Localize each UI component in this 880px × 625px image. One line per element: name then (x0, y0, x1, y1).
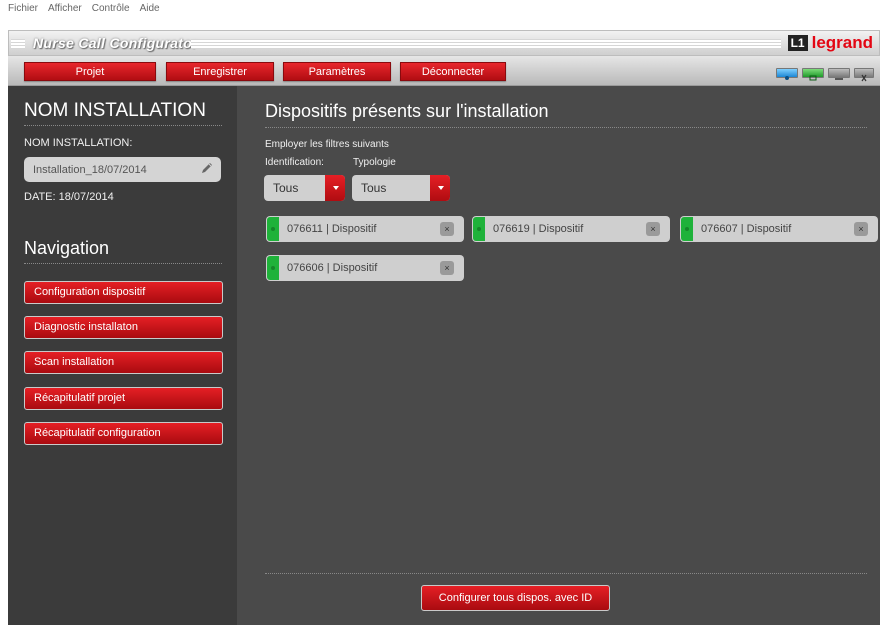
menu-afficher[interactable]: Afficher (48, 3, 82, 22)
title-bar: Nurse Call Configurator L1 legrand (8, 30, 880, 56)
legrand-logo-mark: L1 (787, 35, 808, 51)
remove-device-icon[interactable]: × (646, 222, 660, 236)
title-grip-right (191, 39, 781, 49)
install-name-label: NOM INSTALLATION: (24, 137, 133, 149)
filter-typologie-select[interactable]: Tous (352, 175, 450, 201)
device-label: 076619 | Dispositif (493, 223, 584, 235)
device-label: 076607 | Dispositif (701, 223, 792, 235)
toolbar: Projet Enregistrer Paramètres Déconnecte… (8, 56, 880, 86)
status-led-icon (267, 256, 279, 280)
minimize-icon[interactable] (828, 68, 850, 80)
remove-device-icon[interactable]: × (440, 222, 454, 236)
nav-diagnostic-installation[interactable]: Diagnostic installaton (24, 316, 223, 339)
status-led-icon (473, 217, 485, 241)
filter-typologie-label: Typologie (353, 157, 396, 168)
remove-device-icon[interactable]: × (440, 261, 454, 275)
legrand-logo-text: legrand (811, 33, 873, 52)
menu-controle[interactable]: Contrôle (92, 3, 130, 22)
help-icon[interactable] (776, 68, 798, 80)
app-title: Nurse Call Configurator (33, 35, 198, 51)
page-title: Dispositifs présents sur l'installation (265, 101, 549, 121)
nav-configuration-dispositif[interactable]: Configuration dispositif (24, 281, 223, 304)
filter-identification-value: Tous (273, 181, 299, 195)
divider (265, 127, 867, 128)
chevron-down-icon[interactable] (430, 175, 450, 201)
device-label: 076611 | Dispositif (287, 223, 377, 235)
menu-fichier[interactable]: Fichier (8, 3, 38, 22)
navigation-heading: Navigation (24, 238, 110, 258)
remove-device-icon[interactable]: × (854, 222, 868, 236)
divider (265, 573, 867, 574)
status-led-icon (681, 217, 693, 241)
deconnecter-button[interactable]: Déconnecter (400, 62, 506, 81)
filter-typologie-value: Tous (361, 181, 387, 195)
enregistrer-button[interactable]: Enregistrer (166, 62, 274, 81)
filter-caption: Employer les filtres suivants (265, 139, 389, 150)
nav-scan-installation[interactable]: Scan installation (24, 351, 223, 374)
status-led-icon (267, 217, 279, 241)
nav-recapitulatif-configuration[interactable]: Récapitulatif configuration (24, 422, 223, 445)
divider (24, 125, 222, 126)
menu-aide[interactable]: Aide (140, 3, 160, 22)
device-item[interactable]: 076607 | Dispositif × (680, 216, 878, 242)
main-panel: Dispositifs présents sur l'installation … (237, 86, 880, 625)
pencil-icon[interactable] (200, 161, 214, 178)
install-name-value: Installation_18/07/2014 (33, 164, 147, 176)
nav-recapitulatif-projet[interactable]: Récapitulatif projet (24, 387, 223, 410)
install-name-field[interactable]: Installation_18/07/2014 (24, 157, 221, 182)
device-item[interactable]: 076606 | Dispositif × (266, 255, 464, 281)
parametres-button[interactable]: Paramètres (283, 62, 391, 81)
install-heading: NOM INSTALLATION (24, 100, 206, 121)
close-icon[interactable] (854, 68, 874, 82)
device-item[interactable]: 076611 | Dispositif × (266, 216, 464, 242)
configure-all-button[interactable]: Configurer tous dispos. avec ID (421, 585, 610, 611)
title-grip-left (11, 39, 25, 49)
sidebar: NOM INSTALLATION NOM INSTALLATION: Insta… (8, 86, 237, 625)
chevron-down-icon[interactable] (325, 175, 345, 201)
restore-icon[interactable] (802, 68, 824, 81)
filter-identification-label: Identification: (265, 157, 324, 168)
divider (24, 263, 222, 264)
filter-identification-select[interactable]: Tous (264, 175, 345, 201)
legrand-logo: L1 legrand (787, 33, 873, 53)
device-label: 076606 | Dispositif (287, 262, 378, 274)
device-item[interactable]: 076619 | Dispositif × (472, 216, 670, 242)
menu-bar: Fichier Afficher Contrôle Aide (0, 0, 880, 22)
install-date: DATE: 18/07/2014 (24, 191, 114, 203)
projet-button[interactable]: Projet (24, 62, 156, 81)
